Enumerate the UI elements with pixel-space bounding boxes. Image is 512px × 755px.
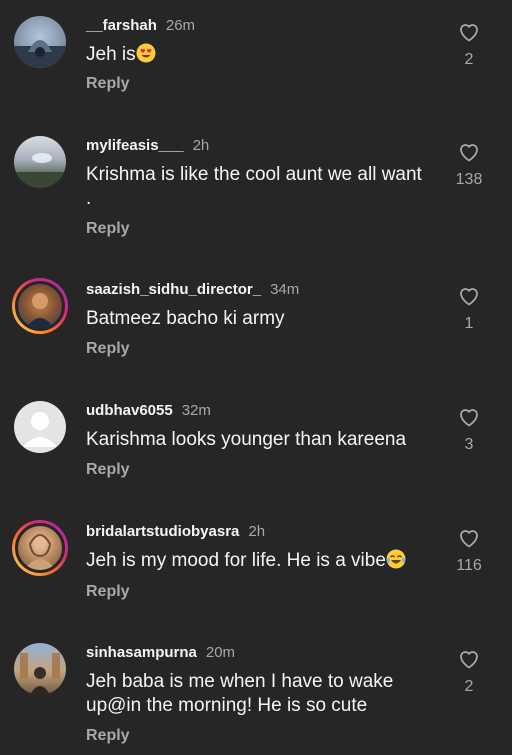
tears-of-joy-emoji-icon [386, 549, 406, 569]
comment-text: Jeh is [86, 43, 426, 67]
reply-button[interactable]: Reply [86, 583, 130, 601]
avatar-photo-icon [14, 153, 66, 188]
comment-username[interactable]: mylifeasis___ [86, 137, 184, 154]
reply-button[interactable]: Reply [86, 461, 130, 479]
comment-text: Jeh is my mood for life. He is a vibe [86, 549, 446, 573]
like-button[interactable]: 2 [448, 20, 490, 69]
comments-list: __farshah 26m Jeh is Reply 2 mylifeasis_… [0, 0, 512, 755]
avatar-image [15, 281, 65, 331]
avatar-image [14, 16, 66, 68]
reply-button[interactable]: Reply [86, 727, 130, 745]
avatar-image [14, 136, 66, 188]
comment-meta: udbhav6055 32m [86, 399, 211, 421]
comment-meta: mylifeasis___ 2h [86, 134, 209, 156]
like-count: 3 [464, 436, 474, 453]
reply-button[interactable]: Reply [86, 340, 130, 358]
avatar-story-ring[interactable] [12, 278, 68, 334]
comment-text: Krishma is like the cool aunt we all wan… [86, 164, 422, 209]
reply-button[interactable]: Reply [86, 75, 130, 93]
heart-eyes-emoji-icon [136, 43, 156, 63]
heart-icon[interactable] [457, 20, 481, 44]
heart-icon[interactable] [457, 405, 481, 429]
like-button[interactable]: 2 [448, 647, 490, 696]
heart-icon[interactable] [457, 284, 481, 308]
heart-icon[interactable] [457, 526, 481, 550]
comment-username[interactable]: saazish_sidhu_director_ [86, 281, 261, 298]
comment-username[interactable]: udbhav6055 [86, 402, 173, 419]
comment-time: 20m [205, 643, 236, 661]
comment-text-content: Jeh is my mood for life. He is a vibe [86, 550, 386, 571]
comment-item: saazish_sidhu_director_ 34m Batmeez bach… [0, 278, 512, 378]
avatar[interactable] [12, 641, 68, 697]
avatar-image [15, 523, 65, 573]
comment-text: Karishma looks younger than kareena [86, 429, 407, 450]
like-button[interactable]: 1 [448, 284, 490, 333]
avatar-story-ring[interactable] [12, 520, 68, 576]
comment-meta: __farshah 26m [86, 14, 195, 36]
heart-icon[interactable] [457, 647, 481, 671]
comment-time: 32m [181, 401, 211, 419]
like-button[interactable]: 138 [448, 140, 490, 189]
comment-time: 34m [270, 280, 300, 298]
comment-item: mylifeasis___ 2h Krishma is like the coo… [0, 134, 512, 244]
comment-meta: sinhasampurna 20m [86, 641, 235, 663]
comment-time: 2h [248, 522, 266, 540]
comment-text: Jeh baba is me when I have to wake up@in… [86, 671, 394, 716]
avatar-photo-icon [14, 40, 66, 68]
like-count: 116 [456, 557, 482, 574]
avatar-photo-icon [26, 293, 54, 328]
reply-button[interactable]: Reply [86, 220, 130, 238]
comment-username[interactable]: sinhasampurna [86, 644, 197, 661]
like-count: 138 [455, 171, 483, 188]
avatar-image [14, 643, 66, 695]
avatar-photo-icon [20, 653, 60, 695]
like-count: 1 [464, 315, 474, 332]
comment-text-content: Jeh is [86, 44, 136, 65]
avatar[interactable] [12, 134, 68, 190]
comment-meta: bridalartstudiobyasra 2h [86, 520, 265, 542]
comment-username[interactable]: __farshah [86, 17, 157, 34]
comment-item: __farshah 26m Jeh is Reply 2 [0, 14, 512, 114]
comment-time: 26m [165, 16, 196, 34]
avatar[interactable] [12, 14, 68, 70]
avatar-image [14, 401, 66, 453]
comment-text: Batmeez bacho ki army [86, 308, 285, 329]
like-button[interactable]: 116 [448, 526, 490, 575]
avatar[interactable] [12, 399, 68, 455]
comment-username[interactable]: bridalartstudiobyasra [86, 523, 239, 540]
comment-item: udbhav6055 32m Karishma looks younger th… [0, 399, 512, 499]
comment-meta: saazish_sidhu_director_ 34m [86, 278, 299, 300]
default-user-icon [23, 412, 57, 447]
comment-item: sinhasampurna 20m Jeh baba is me when I … [0, 641, 512, 755]
comment-time: 2h [192, 136, 210, 154]
like-count: 2 [464, 678, 474, 695]
comment-item: bridalartstudiobyasra 2h Jeh is my mood … [0, 520, 512, 620]
like-button[interactable]: 3 [448, 405, 490, 454]
heart-icon[interactable] [457, 140, 481, 164]
avatar-photo-icon [24, 534, 56, 570]
like-count: 2 [464, 51, 474, 68]
